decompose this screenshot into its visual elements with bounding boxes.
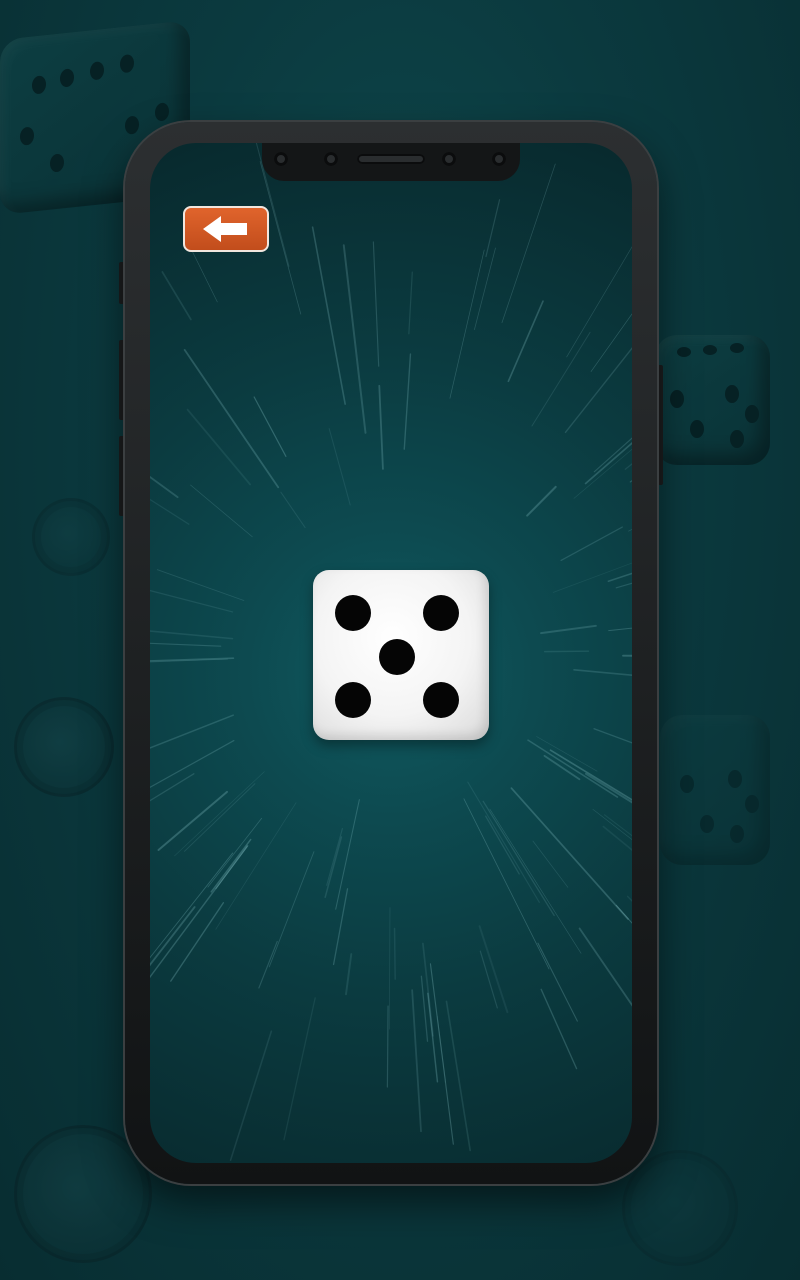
dice[interactable] <box>313 570 489 740</box>
background-coin-icon <box>32 498 110 576</box>
background-coin-icon <box>14 697 114 797</box>
dice-pip <box>335 682 371 718</box>
dice-pip <box>335 595 371 631</box>
dice-pip <box>423 682 459 718</box>
arrow-left-icon <box>203 216 247 242</box>
phone-side-button <box>657 365 663 485</box>
back-button[interactable] <box>183 206 269 252</box>
dice-pip <box>423 595 459 631</box>
dice-pip <box>379 639 415 675</box>
phone-notch <box>262 143 520 181</box>
background-die-icon <box>660 715 770 865</box>
background-die-icon <box>655 335 770 465</box>
background-coin-icon <box>622 1150 738 1266</box>
